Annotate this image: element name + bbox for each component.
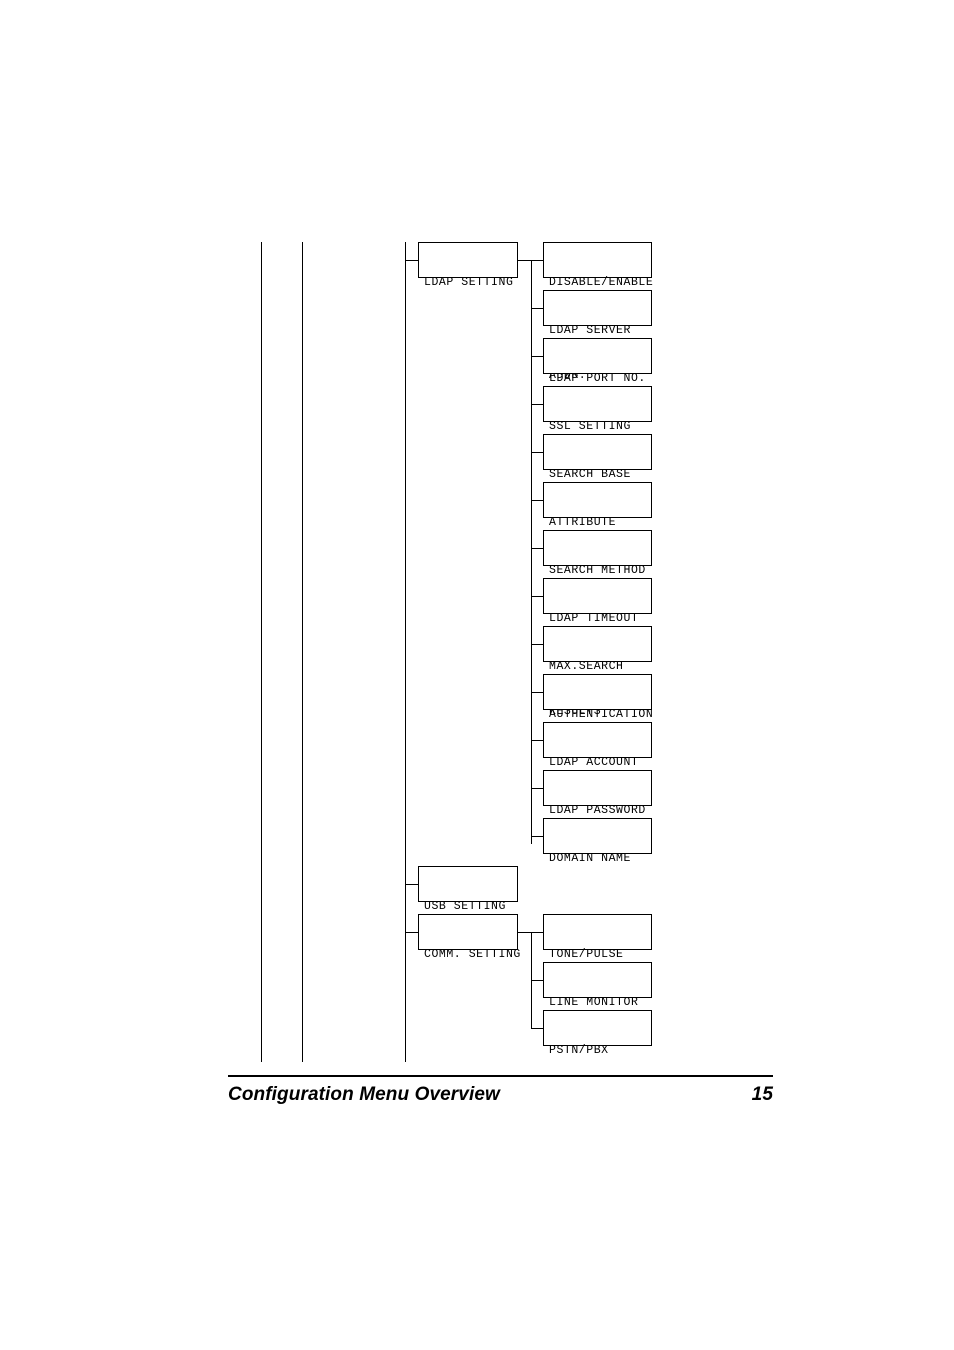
node-search-base[interactable]: SEARCH BASE [543,434,652,481]
node-label-line: SEARCH BASE [549,468,631,481]
node-label-line: LDAP SERVER [549,324,631,337]
connector-to-domain-name [531,836,543,837]
footer-title: Configuration Menu Overview [228,1084,500,1105]
node-label-line: LDAP ACCOUNT [549,756,639,769]
node-ldap-password[interactable]: LDAP PASSWORD [543,770,652,817]
connector-to-ldap-setting [405,260,418,261]
node-ssl-setting[interactable]: SSL SETTING [543,386,652,433]
node-disable-enable[interactable]: DISABLE/ENABLE [543,242,653,289]
node-max-search-results[interactable]: MAX.SEARCH RESULTS [543,626,652,718]
connector-comm-setting-out [518,932,532,933]
connector-to-authentication [531,692,543,693]
node-attribute[interactable]: ATTRIBUTE [543,482,652,529]
node-label-line: LDAP TIMEOUT [549,612,639,625]
tree-rail-level-2 [302,242,303,1062]
connector-to-disable-enable [531,260,543,261]
connector-ldap-setting-out [518,260,532,261]
node-usb-setting[interactable]: USB SETTING [418,866,518,913]
node-label-line: SSL SETTING [549,420,631,433]
page-footer: Configuration Menu Overview 15 [228,1081,773,1109]
connector-to-ssl-setting [531,404,543,405]
node-label-line: COMM. SETTING [424,948,521,961]
node-label-line: USB SETTING [424,900,506,913]
connector-to-comm-setting [405,932,418,933]
node-comm-setting[interactable]: COMM. SETTING [418,914,520,961]
tree-rail-level-3 [405,242,406,1062]
node-label-line: DOMAIN NAME [549,852,631,865]
node-authentication[interactable]: AUTHENTICATION [543,674,653,721]
node-search-method[interactable]: SEARCH METHOD [543,530,652,577]
connector-to-ldap-timeout [531,596,543,597]
footer-page-number: 15 [751,1084,773,1105]
connector-to-ldap-server-addr [531,308,543,309]
node-ldap-account[interactable]: LDAP ACCOUNT [543,722,652,769]
connector-to-usb-setting [405,884,418,885]
tree-rail-ldap-children [531,260,532,844]
footer-divider [228,1075,773,1077]
node-tone-pulse[interactable]: TONE/PULSE [543,914,652,961]
node-ldap-timeout[interactable]: LDAP TIMEOUT [543,578,652,625]
connector-to-search-base [531,452,543,453]
node-ldap-server-addr[interactable]: LDAP SERVER ADDR. [543,290,652,382]
connector-to-search-method [531,548,543,549]
connector-to-ldap-password [531,788,543,789]
tree-rail-level-1 [261,242,262,1062]
connector-to-ldap-port-no [531,356,543,357]
node-label-line: LDAP SETTING [424,276,514,289]
connector-to-ldap-account [531,740,543,741]
connector-to-max-search-results [531,644,543,645]
node-label-line: LDAP PORT NO. [549,372,646,385]
node-label-line: DISABLE/ENABLE [549,276,654,289]
manual-page: LDAP SETTING DISABLE/ENABLE LDAP SERVER … [0,0,954,1350]
node-label-line: SEARCH METHOD [549,564,646,577]
node-label-line: AUTHENTICATION [549,708,654,721]
node-ldap-setting[interactable]: LDAP SETTING [418,242,518,289]
node-label-line: LINE MONITOR [549,996,639,1009]
connector-to-line-monitor [531,980,543,981]
node-label-line: MAX.SEARCH [549,660,624,673]
node-label-line: PSTN/PBX [549,1044,609,1057]
connector-to-attribute [531,500,543,501]
node-label-line: ATTRIBUTE [549,516,617,529]
node-line-monitor[interactable]: LINE MONITOR [543,962,652,1009]
node-domain-name[interactable]: DOMAIN NAME [543,818,652,865]
connector-to-tone-pulse [531,932,543,933]
node-label-line: LDAP PASSWORD [549,804,646,817]
node-label-line: TONE/PULSE [549,948,624,961]
node-pstn-pbx[interactable]: PSTN/PBX [543,1010,652,1057]
connector-to-pstn-pbx [531,1028,543,1029]
node-ldap-port-no[interactable]: LDAP PORT NO. [543,338,652,385]
